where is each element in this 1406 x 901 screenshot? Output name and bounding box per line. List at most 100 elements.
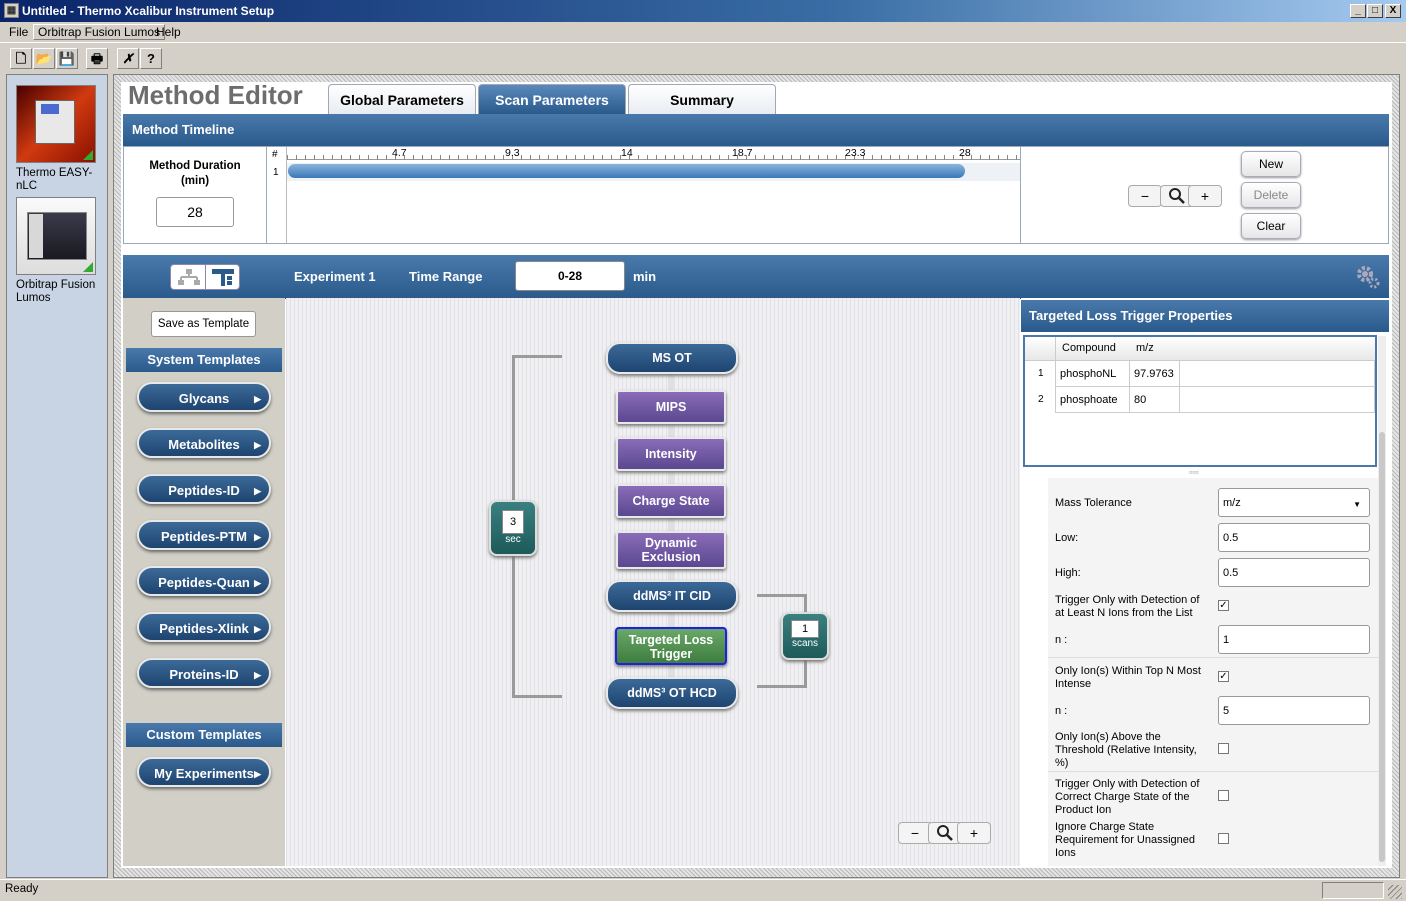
view-toggle[interactable] [170, 264, 240, 290]
timeline-zoom-in-button[interactable]: + [1188, 185, 1222, 207]
low-label: Low: [1055, 532, 1079, 544]
cycle-time-value[interactable]: 3 [502, 510, 524, 534]
print-icon[interactable]: 🖶 [86, 48, 108, 69]
resize-grip-icon[interactable] [1388, 885, 1402, 899]
app-icon: ▦ [4, 3, 19, 18]
checkmark-icon: ✓ [1219, 671, 1228, 682]
scans-unit: scans [791, 638, 819, 649]
close-button[interactable]: X [1385, 4, 1401, 18]
cycle-time-control[interactable]: 3 sec [489, 500, 537, 556]
tab-global-parameters[interactable]: Global Parameters [328, 84, 476, 114]
node-charge-state[interactable]: Charge State [616, 484, 726, 518]
template-my-experiments[interactable]: My Experiments ▶ [137, 757, 271, 787]
menu-bar: File Orbitrap Fusion Lumos Help [0, 22, 1406, 42]
status-ok-icon [83, 150, 93, 160]
template-peptides-quan[interactable]: Peptides-Quan ▶ [137, 566, 271, 596]
mass-tolerance-select[interactable]: m/z ▼ [1218, 488, 1370, 517]
node-dynamic-exclusion[interactable]: Dynamic Exclusion [616, 531, 726, 569]
clear-button[interactable]: Clear [1241, 213, 1301, 239]
cell-empty[interactable] [1180, 387, 1375, 413]
splitter-handle[interactable]: ▫▫▫ [1189, 467, 1199, 477]
new-file-icon[interactable]: 🗋 [10, 48, 32, 69]
save-icon[interactable]: 💾 [56, 48, 78, 69]
row-index: 2 [1038, 394, 1044, 405]
n1-input[interactable]: 1 [1218, 625, 1370, 654]
template-metabolites[interactable]: Metabolites ▶ [137, 428, 271, 458]
node-ddms3-ot-hcd[interactable]: ddMS³ OT HCD [606, 677, 738, 709]
easy-nlc-device[interactable] [16, 85, 96, 163]
title-bar: ▦ Untitled - Thermo Xcalibur Instrument … [0, 0, 1406, 22]
scans-control[interactable]: 1 scans [781, 612, 829, 660]
orbitrap-device[interactable] [16, 197, 96, 275]
charge-state-checkbox[interactable] [1218, 790, 1229, 801]
time-range-input[interactable]: 0-28 [515, 261, 625, 291]
scans-value[interactable]: 1 [791, 620, 819, 638]
canvas-zoom-out-button[interactable]: − [898, 822, 932, 844]
maximize-button[interactable]: □ [1367, 4, 1383, 18]
gear-icon[interactable] [1355, 264, 1381, 290]
high-input[interactable]: 0.5 [1218, 558, 1370, 587]
canvas-zoom-in-button[interactable]: + [957, 822, 991, 844]
flow-view-icon[interactable] [178, 269, 200, 286]
help-icon[interactable]: ? [140, 48, 162, 69]
delete-button[interactable]: Delete [1241, 182, 1301, 208]
tick-label: 28 [959, 147, 971, 159]
open-folder-icon[interactable]: 📂 [33, 48, 55, 69]
cell-mz[interactable]: 97.9763 [1130, 361, 1180, 387]
experiment-label: Experiment 1 [294, 269, 376, 284]
template-label: Metabolites [168, 437, 240, 452]
cell-mz[interactable]: 80 [1130, 387, 1180, 413]
menu-help[interactable]: Help [156, 25, 181, 39]
low-input[interactable]: 0.5 [1218, 523, 1370, 552]
topn-checkbox[interactable]: ✓ [1218, 671, 1229, 682]
orbitrap-label: Orbitrap Fusion Lumos [16, 279, 96, 304]
node-intensity[interactable]: Intensity [616, 437, 726, 471]
view-toggle-divider [205, 265, 206, 289]
trigger-n-checkbox[interactable]: ✓ [1218, 600, 1229, 611]
menu-orbitrap[interactable]: Orbitrap Fusion Lumos [33, 24, 166, 40]
ignore-charge-checkbox[interactable] [1218, 833, 1229, 844]
trigger-n-label: Trigger Only with Detection of at Least … [1055, 594, 1200, 619]
col-compound[interactable]: Compound [1062, 342, 1116, 354]
chevron-right-icon: ▶ [254, 670, 261, 680]
easy-nlc-screen [41, 104, 59, 114]
node-ms-ot[interactable]: MS OT [606, 342, 738, 374]
tab-summary[interactable]: Summary [628, 84, 776, 114]
new-button[interactable]: New [1241, 151, 1301, 177]
col-mz[interactable]: m/z [1136, 342, 1154, 354]
save-as-template-button[interactable]: Save as Template [151, 311, 256, 337]
tree-view-icon[interactable] [212, 269, 234, 286]
template-peptides-xlink[interactable]: Peptides-Xlink ▶ [137, 612, 271, 642]
col-hash: # [272, 149, 278, 160]
node-targeted-loss-trigger[interactable]: Targeted Loss Trigger [615, 627, 727, 665]
chevron-right-icon: ▶ [254, 624, 261, 634]
divider [1048, 657, 1378, 658]
n2-label: n : [1055, 705, 1068, 717]
template-proteins-id[interactable]: Proteins-ID ▶ [137, 658, 271, 688]
template-label: My Experiments [154, 766, 254, 781]
template-glycans[interactable]: Glycans ▶ [137, 382, 271, 412]
threshold-checkbox[interactable] [1218, 743, 1229, 754]
cell-empty[interactable] [1180, 361, 1375, 387]
template-peptides-id[interactable]: Peptides-ID ▶ [137, 474, 271, 504]
cell-compound[interactable]: phosphoate [1056, 387, 1130, 413]
n2-input[interactable]: 5 [1218, 696, 1370, 725]
cut-x-icon[interactable]: ✗ [117, 48, 139, 69]
system-templates-header: System Templates [126, 348, 282, 372]
experiment-1-bar[interactable] [288, 164, 965, 178]
method-duration-input[interactable]: 28 [156, 197, 234, 227]
timeline-zoom-out-button[interactable]: − [1128, 185, 1162, 207]
template-peptides-ptm[interactable]: Peptides-PTM ▶ [137, 520, 271, 550]
node-ddms2-it-cid[interactable]: ddMS² IT CID [606, 580, 738, 612]
properties-scrollbar[interactable] [1378, 336, 1386, 866]
tab-scan-parameters[interactable]: Scan Parameters [478, 84, 626, 114]
divider [1048, 771, 1378, 772]
scrollbar-thumb[interactable] [1379, 432, 1385, 862]
cycle-time-unit: sec [505, 534, 521, 545]
method-timeline-header: Method Timeline [123, 114, 1389, 146]
node-mips[interactable]: MIPS [616, 390, 726, 424]
cell-compound[interactable]: phosphoNL [1056, 361, 1130, 387]
template-label: Proteins-ID [169, 667, 239, 682]
minimize-button[interactable]: _ [1350, 4, 1366, 18]
menu-file[interactable]: File [9, 25, 28, 39]
